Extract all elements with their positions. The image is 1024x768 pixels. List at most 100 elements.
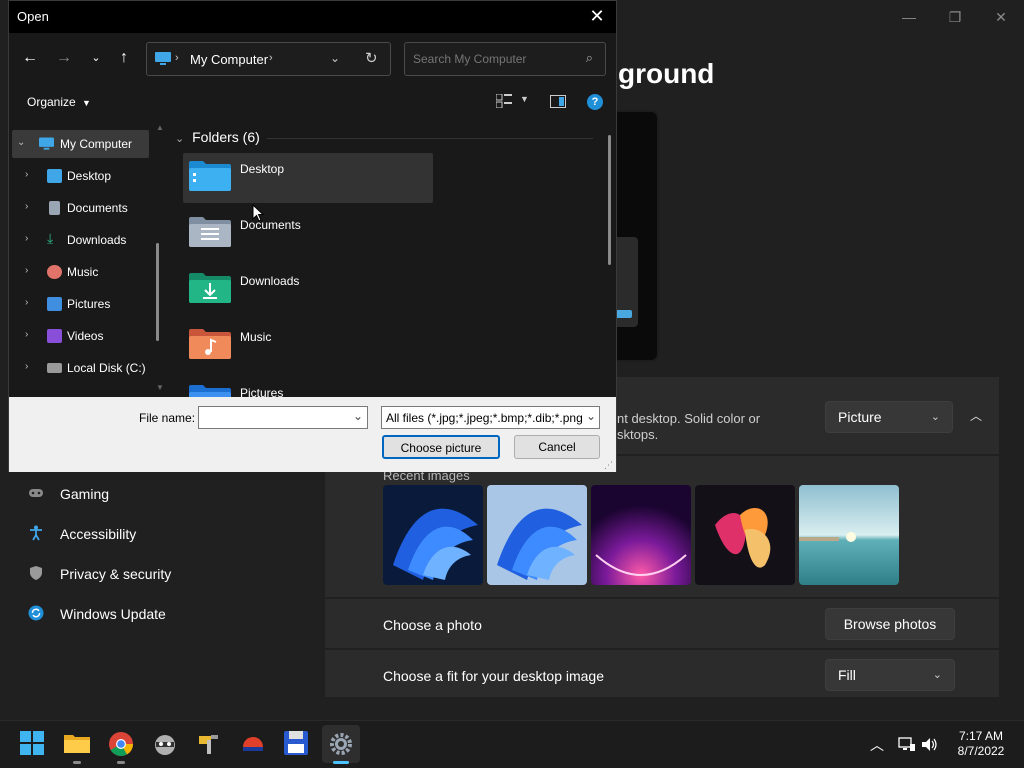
tree-item-pictures[interactable]: › Pictures xyxy=(9,290,154,318)
refresh-icon[interactable]: ↻ xyxy=(365,49,378,67)
dialog-footer: File name: ⌄ All files (*.jpg;*.jpeg;*.b… xyxy=(9,397,616,472)
folder-pictures[interactable]: Pictures xyxy=(183,377,433,397)
nav-item-accessibility[interactable]: Accessibility xyxy=(24,516,294,552)
file-type-select[interactable]: All files (*.jpg;*.jpeg;*.bmp;*.dib;*.pn… xyxy=(381,406,600,429)
up-button[interactable]: ↑ xyxy=(113,47,135,69)
caret-down-icon: ▼ xyxy=(82,98,91,108)
search-box[interactable]: ⌕ xyxy=(404,42,606,76)
pictures-folder-icon xyxy=(189,385,231,397)
scroll-down-arrow[interactable]: ▼ xyxy=(156,383,164,392)
recent-image-2[interactable] xyxy=(487,485,587,585)
recent-image-5[interactable] xyxy=(799,485,899,585)
collapse-button[interactable]: ︿ xyxy=(965,405,987,427)
chevron-down-icon: ⌄ xyxy=(17,137,26,148)
file-explorer-button[interactable] xyxy=(64,731,90,757)
folder-desktop[interactable]: Desktop xyxy=(183,153,433,203)
tools-app-button[interactable] xyxy=(196,731,222,757)
tree-item-music[interactable]: › Music xyxy=(9,258,154,286)
folder-documents[interactable]: Documents xyxy=(183,209,433,259)
tree-item-videos[interactable]: › Videos xyxy=(9,322,154,350)
view-options-button[interactable]: ▼ xyxy=(495,93,529,113)
chrome-button[interactable] xyxy=(108,731,134,757)
tree-item-local-disk[interactable]: › Local Disk (C:) xyxy=(9,354,154,382)
folder-label: Music xyxy=(240,330,272,344)
command-bar: Organize ▼ ▼ ? xyxy=(9,85,616,121)
breadcrumb-chevron-icon[interactable]: › xyxy=(269,52,273,64)
videos-icon xyxy=(47,329,62,343)
folder-label: Desktop xyxy=(240,162,285,176)
divider xyxy=(325,648,999,650)
address-bar[interactable]: › My Computer › ⌄ ↻ xyxy=(146,42,391,76)
chevron-up-icon[interactable]: ︿ xyxy=(870,735,884,755)
shield-icon xyxy=(30,566,42,580)
settings-app-button[interactable] xyxy=(322,725,360,763)
folder-label: Documents xyxy=(240,218,301,232)
search-input[interactable] xyxy=(413,49,573,69)
forward-button[interactable]: → xyxy=(53,47,75,69)
nav-label: Accessibility xyxy=(60,526,137,542)
app-button[interactable] xyxy=(240,731,266,757)
running-indicator xyxy=(117,761,125,764)
chevron-down-icon[interactable]: ⌄ xyxy=(353,409,363,423)
close-window-button[interactable]: ✕ xyxy=(978,6,1024,28)
raccoon-app-button[interactable] xyxy=(152,731,178,757)
volume-icon[interactable] xyxy=(921,737,938,752)
computer-icon xyxy=(39,137,54,150)
minimize-button[interactable]: — xyxy=(886,6,932,28)
nav-label: Gaming xyxy=(60,486,110,502)
browse-photos-button[interactable]: Browse photos xyxy=(825,608,955,640)
preview-pane-button[interactable] xyxy=(550,95,566,113)
organize-button[interactable]: Organize ▼ xyxy=(27,95,91,109)
recent-locations-button[interactable]: ⌄ xyxy=(85,47,107,69)
save-app-button[interactable] xyxy=(284,731,310,757)
tree-item-documents[interactable]: › Documents xyxy=(9,194,154,222)
tree-label: Pictures xyxy=(67,297,111,311)
recent-image-4[interactable] xyxy=(695,485,795,585)
page-title: ground xyxy=(618,58,715,89)
group-header-label: Folders (6) xyxy=(192,129,260,145)
tree-item-downloads[interactable]: › ⤓ Downloads xyxy=(9,226,154,254)
choose-photo-label: Choose a photo xyxy=(383,617,482,633)
scroll-up-arrow[interactable]: ▲ xyxy=(156,123,164,132)
back-button[interactable]: ← xyxy=(19,47,41,69)
chevron-right-icon: › xyxy=(25,361,29,372)
maximize-button[interactable]: ❐ xyxy=(932,6,978,28)
start-button[interactable] xyxy=(20,731,46,757)
tree-label: Documents xyxy=(67,201,128,215)
dialog-close-button[interactable]: ✕ xyxy=(584,5,610,29)
resize-grip-icon[interactable]: ⋰ xyxy=(604,460,613,471)
choose-picture-button[interactable]: Choose picture xyxy=(382,435,500,459)
folder-downloads[interactable]: Downloads xyxy=(183,265,433,315)
tree-item-desktop[interactable]: › Desktop xyxy=(9,162,154,190)
chevron-down-icon: ⌄ xyxy=(91,52,101,64)
breadcrumb-my-computer[interactable]: My Computer xyxy=(190,52,268,67)
recent-image-1[interactable] xyxy=(383,485,483,585)
personalize-dropdown[interactable]: Picture ⌄ xyxy=(825,401,953,433)
nav-item-privacy[interactable]: Privacy & security xyxy=(24,556,294,592)
windows-logo-icon xyxy=(20,731,44,755)
wallpaper-flow-image xyxy=(695,485,795,585)
nav-scrollbar-thumb[interactable] xyxy=(156,243,159,341)
group-header[interactable]: ⌄ Folders (6) xyxy=(175,129,260,145)
content-scrollbar-thumb[interactable] xyxy=(608,135,611,265)
nav-item-gaming[interactable]: Gaming xyxy=(24,476,294,512)
nav-item-windows-update[interactable]: Windows Update xyxy=(24,596,294,632)
folder-music[interactable]: Music xyxy=(183,321,433,371)
help-icon[interactable]: ? xyxy=(587,94,603,110)
fit-dropdown[interactable]: Fill ⌄ xyxy=(825,659,955,691)
taskbar: ︿ 7:17 AM 8/7/2022 xyxy=(0,720,1024,768)
tools-icon xyxy=(199,735,218,754)
address-dropdown-icon[interactable]: ⌄ xyxy=(330,51,340,65)
group-divider xyxy=(267,138,593,139)
tree-item-my-computer[interactable]: ⌄ My Computer xyxy=(12,130,149,158)
dialog-title: Open xyxy=(17,9,49,24)
network-icon[interactable] xyxy=(898,737,916,752)
file-name-combobox[interactable]: ⌄ xyxy=(198,406,368,429)
gear-icon xyxy=(330,733,352,755)
cancel-button[interactable]: Cancel xyxy=(514,435,600,459)
raccoon-icon xyxy=(155,735,175,755)
recent-image-3[interactable] xyxy=(591,485,691,585)
clock[interactable]: 7:17 AM 8/7/2022 xyxy=(946,729,1016,759)
close-icon: ✕ xyxy=(589,6,605,26)
tree-label: My Computer xyxy=(60,137,133,151)
